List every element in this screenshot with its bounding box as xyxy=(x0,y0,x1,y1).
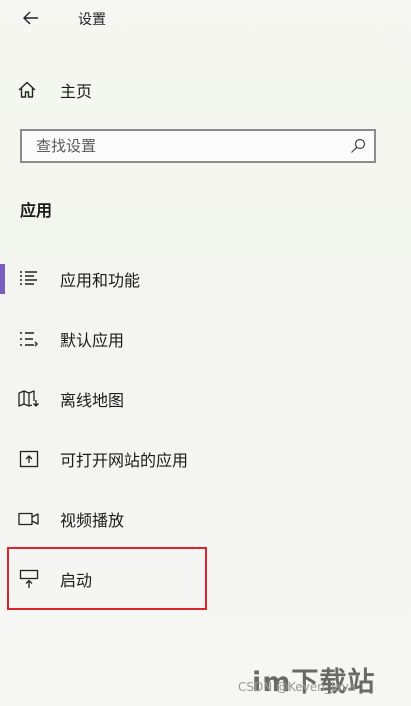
video-playback-icon xyxy=(18,508,40,530)
home-icon xyxy=(14,80,40,100)
sidebar-item-default-apps[interactable]: 默认应用 xyxy=(0,309,411,369)
offline-maps-icon xyxy=(18,388,40,410)
sidebar-item-label: 默认应用 xyxy=(60,331,125,350)
search-box[interactable] xyxy=(20,129,376,163)
sidebar-item-label: 可打开网站的应用 xyxy=(60,451,189,470)
sidebar-item-apps-features[interactable]: 应用和功能 xyxy=(0,249,411,309)
default-apps-icon xyxy=(18,328,40,350)
back-arrow-icon xyxy=(23,11,38,25)
search-icon[interactable] xyxy=(342,138,374,154)
section-heading: 应用 xyxy=(20,201,53,220)
watermark-text: CSDN @Keven_Java xyxy=(238,680,357,694)
highlight-box xyxy=(7,547,207,610)
search-input[interactable] xyxy=(22,130,342,162)
sidebar-item-label: 应用和功能 xyxy=(60,271,141,290)
apps-for-websites-icon xyxy=(18,448,40,470)
sidebar-item-apps-for-websites[interactable]: 可打开网站的应用 xyxy=(0,429,411,489)
window-title: 设置 xyxy=(78,12,106,28)
sidebar-item-label: 视频播放 xyxy=(60,511,125,530)
sidebar-item-video-playback[interactable]: 视频播放 xyxy=(0,489,411,549)
back-button[interactable] xyxy=(14,4,48,32)
home-label: 主页 xyxy=(60,82,93,101)
apps-features-icon xyxy=(18,268,40,290)
selected-indicator xyxy=(0,264,5,294)
sidebar-item-offline-maps[interactable]: 离线地图 xyxy=(0,369,411,429)
sidebar-item-label: 离线地图 xyxy=(60,391,125,410)
home-nav-item[interactable]: 主页 xyxy=(14,74,92,106)
